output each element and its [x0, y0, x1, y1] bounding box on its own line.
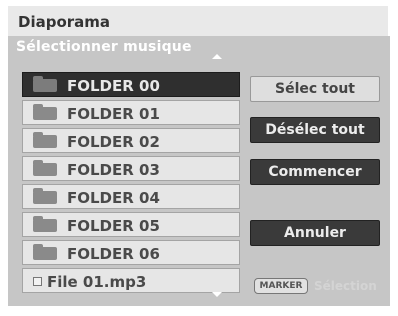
folder-icon [33, 104, 57, 120]
title-bar: Diaporama [8, 6, 388, 37]
list-item-label: FOLDER 00 [67, 77, 160, 95]
deselect-all-button[interactable]: Désélec tout [250, 117, 380, 143]
music-file-icon [33, 277, 42, 286]
list-item[interactable]: FOLDER 05 [22, 212, 240, 237]
list-item[interactable]: FOLDER 04 [22, 184, 240, 209]
list-item[interactable]: FOLDER 06 [22, 240, 240, 265]
section-label: Sélectionner musique [16, 39, 192, 55]
folder-icon [33, 132, 57, 148]
dialog-title: Diaporama [18, 13, 111, 31]
list-item[interactable]: FOLDER 01 [22, 100, 240, 125]
cancel-button[interactable]: Annuler [250, 220, 380, 246]
list-item-label: FOLDER 02 [67, 133, 160, 151]
list-item[interactable]: FOLDER 02 [22, 128, 240, 153]
list-item[interactable]: File 01.mp3 [22, 268, 240, 293]
folder-icon [33, 188, 57, 204]
list-item-label: FOLDER 04 [67, 189, 160, 207]
list-item[interactable]: FOLDER 03 [22, 156, 240, 181]
folder-icon [33, 160, 57, 176]
list-item-label: File 01.mp3 [47, 273, 147, 291]
folder-icon [33, 216, 57, 232]
list-item-label: FOLDER 06 [67, 245, 160, 263]
select-all-button[interactable]: Sélec tout [250, 76, 380, 102]
folder-icon [33, 244, 57, 260]
list-item-label: FOLDER 05 [67, 217, 160, 235]
start-button[interactable]: Commencer [250, 159, 380, 185]
list-item[interactable]: FOLDER 00 [22, 72, 240, 97]
slideshow-screen: Diaporama Sélectionner musique FOLDER 00… [0, 0, 398, 316]
folder-icon [33, 76, 57, 92]
faded-selection-label: Sélection [314, 279, 377, 293]
scroll-down-icon[interactable] [212, 292, 222, 297]
list-item-label: FOLDER 01 [67, 105, 160, 123]
list-item-label: FOLDER 03 [67, 161, 160, 179]
scroll-up-icon[interactable] [212, 54, 222, 59]
marker-badge: MARKER [254, 278, 308, 294]
